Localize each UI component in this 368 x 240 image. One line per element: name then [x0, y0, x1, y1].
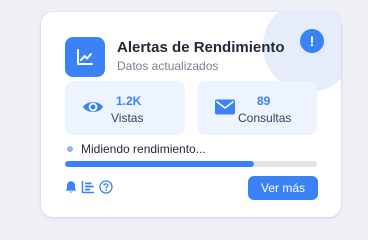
progress-fill — [65, 161, 254, 167]
help-icon[interactable] — [99, 180, 113, 194]
stat-views-label: Vistas — [111, 111, 144, 125]
stat-queries-label: Consultas — [238, 111, 292, 125]
eye-icon — [82, 96, 104, 123]
status-text: Midiendo rendimiento... — [81, 142, 206, 156]
stat-views-value: 1.2K — [116, 94, 142, 108]
bar-chart-icon[interactable] — [81, 180, 95, 194]
stat-views[interactable]: 1.2K Vistas — [65, 81, 185, 135]
performance-alerts-card: ! Alertas de Rendimiento Datos actualiza… — [41, 12, 341, 217]
alert-badge[interactable]: ! — [300, 29, 324, 53]
stat-queries[interactable]: 89 Consultas — [197, 81, 317, 135]
see-more-button[interactable]: Ver más — [248, 176, 318, 200]
chart-line-icon — [65, 37, 105, 77]
progress-bar — [65, 161, 317, 167]
card-subtitle: Datos actualizados — [117, 59, 219, 73]
bell-icon[interactable] — [64, 180, 78, 194]
envelope-icon — [214, 96, 236, 123]
stat-queries-value: 89 — [257, 94, 271, 108]
status-dot — [67, 146, 73, 152]
card-title: Alertas de Rendimiento — [117, 39, 285, 56]
